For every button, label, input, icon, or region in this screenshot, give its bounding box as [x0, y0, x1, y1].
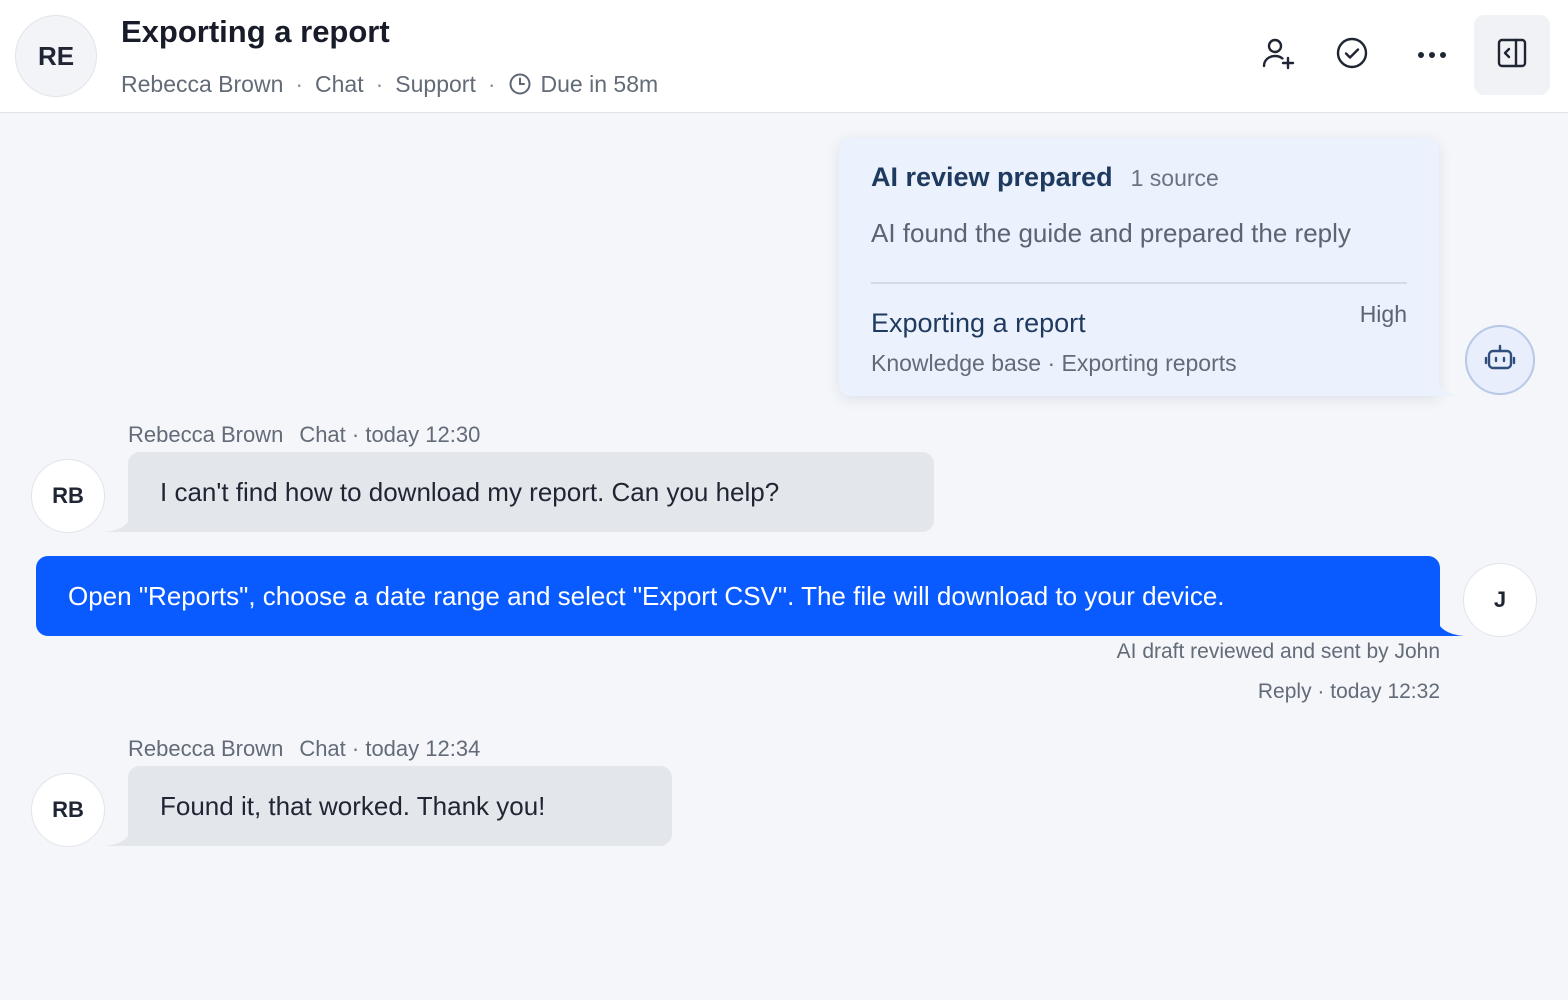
avatar-initials: J — [1493, 587, 1507, 612]
conversation-header: RE Exporting a report Rebecca Brown · Ch… — [0, 0, 1568, 113]
bubble-tail — [104, 514, 132, 532]
ai-bot-avatar — [1465, 325, 1535, 395]
customer-avatar[interactable]: RB — [31, 773, 105, 847]
avatar-initials: RB — [52, 797, 84, 822]
ai-source-count[interactable]: 1 source — [1131, 165, 1219, 192]
team-label[interactable]: Support — [395, 71, 476, 98]
ai-source-path: Knowledge base · Exporting reports — [871, 350, 1237, 376]
contact-name[interactable]: Rebecca Brown — [121, 71, 283, 98]
more-horizontal-icon — [1417, 46, 1447, 64]
ai-review-card[interactable]: AI review prepared 1 source AI found the… — [839, 138, 1463, 396]
message-text: Found it, that worked. Thank you! — [160, 790, 546, 821]
message-author: Rebecca Brown — [128, 736, 284, 761]
check-circle-icon — [1335, 36, 1369, 75]
ai-review-divider — [871, 282, 1407, 284]
conversation-meta: Rebecca Brown · Chat · Support · Due in … — [121, 68, 658, 100]
robot-icon — [1484, 343, 1516, 378]
message-author: Rebecca Brown — [128, 422, 284, 447]
message-header: Rebecca Brown Chat · today 12:34 — [128, 736, 480, 762]
message-text: I can't find how to download my report. … — [160, 476, 780, 507]
incoming-message-bubble: I can't find how to download my report. … — [104, 452, 934, 532]
meta-separator: · — [487, 70, 496, 97]
ai-source-priority: High — [1359, 301, 1407, 327]
outgoing-message-bubble: Open "Reports", choose a date range and … — [36, 556, 1464, 636]
bubble-tail — [1436, 618, 1464, 636]
message-meta: Chat · today 12:34 — [299, 736, 481, 761]
message-meta: Chat · today 12:30 — [299, 422, 481, 447]
message-header: Rebecca Brown Chat · today 12:30 — [128, 422, 480, 448]
customer-avatar[interactable]: RB — [31, 459, 105, 533]
avatar-initials: RB — [52, 483, 84, 508]
contact-avatar-initials: RE — [37, 40, 75, 71]
ai-review-heading: AI review prepared 1 source — [871, 162, 1219, 193]
contact-avatar[interactable]: RE — [15, 15, 97, 97]
bubble-tail — [104, 828, 132, 846]
user-plus-icon — [1260, 35, 1296, 76]
channel-label: Chat — [315, 70, 364, 97]
ai-draft-note: AI draft reviewed and sent by John — [1116, 640, 1440, 663]
conversation-title: Exporting a report — [121, 14, 390, 49]
meta-separator: · — [295, 70, 304, 97]
ai-review-description: AI found the guide and prepared the repl… — [871, 218, 1351, 248]
toggle-side-panel-button[interactable] — [1474, 15, 1550, 95]
ai-source-title[interactable]: Exporting a report — [871, 308, 1086, 339]
resolve-button[interactable] — [1314, 15, 1390, 95]
clock-icon — [508, 72, 532, 96]
meta-separator: · — [375, 70, 384, 97]
incoming-message-bubble: Found it, that worked. Thank you! — [104, 766, 672, 846]
reply-meta: Reply · today 12:32 — [1257, 680, 1440, 703]
collapse-panel-icon — [1497, 38, 1527, 73]
assign-user-button[interactable] — [1240, 15, 1316, 95]
ai-review-title: AI review prepared — [871, 162, 1113, 192]
ai-card-tail — [1435, 378, 1463, 396]
agent-avatar[interactable]: J — [1463, 563, 1537, 637]
due-label: Due in 58m — [540, 70, 659, 97]
more-options-button[interactable] — [1394, 15, 1470, 95]
message-text: Open "Reports", choose a date range and … — [68, 580, 1225, 611]
